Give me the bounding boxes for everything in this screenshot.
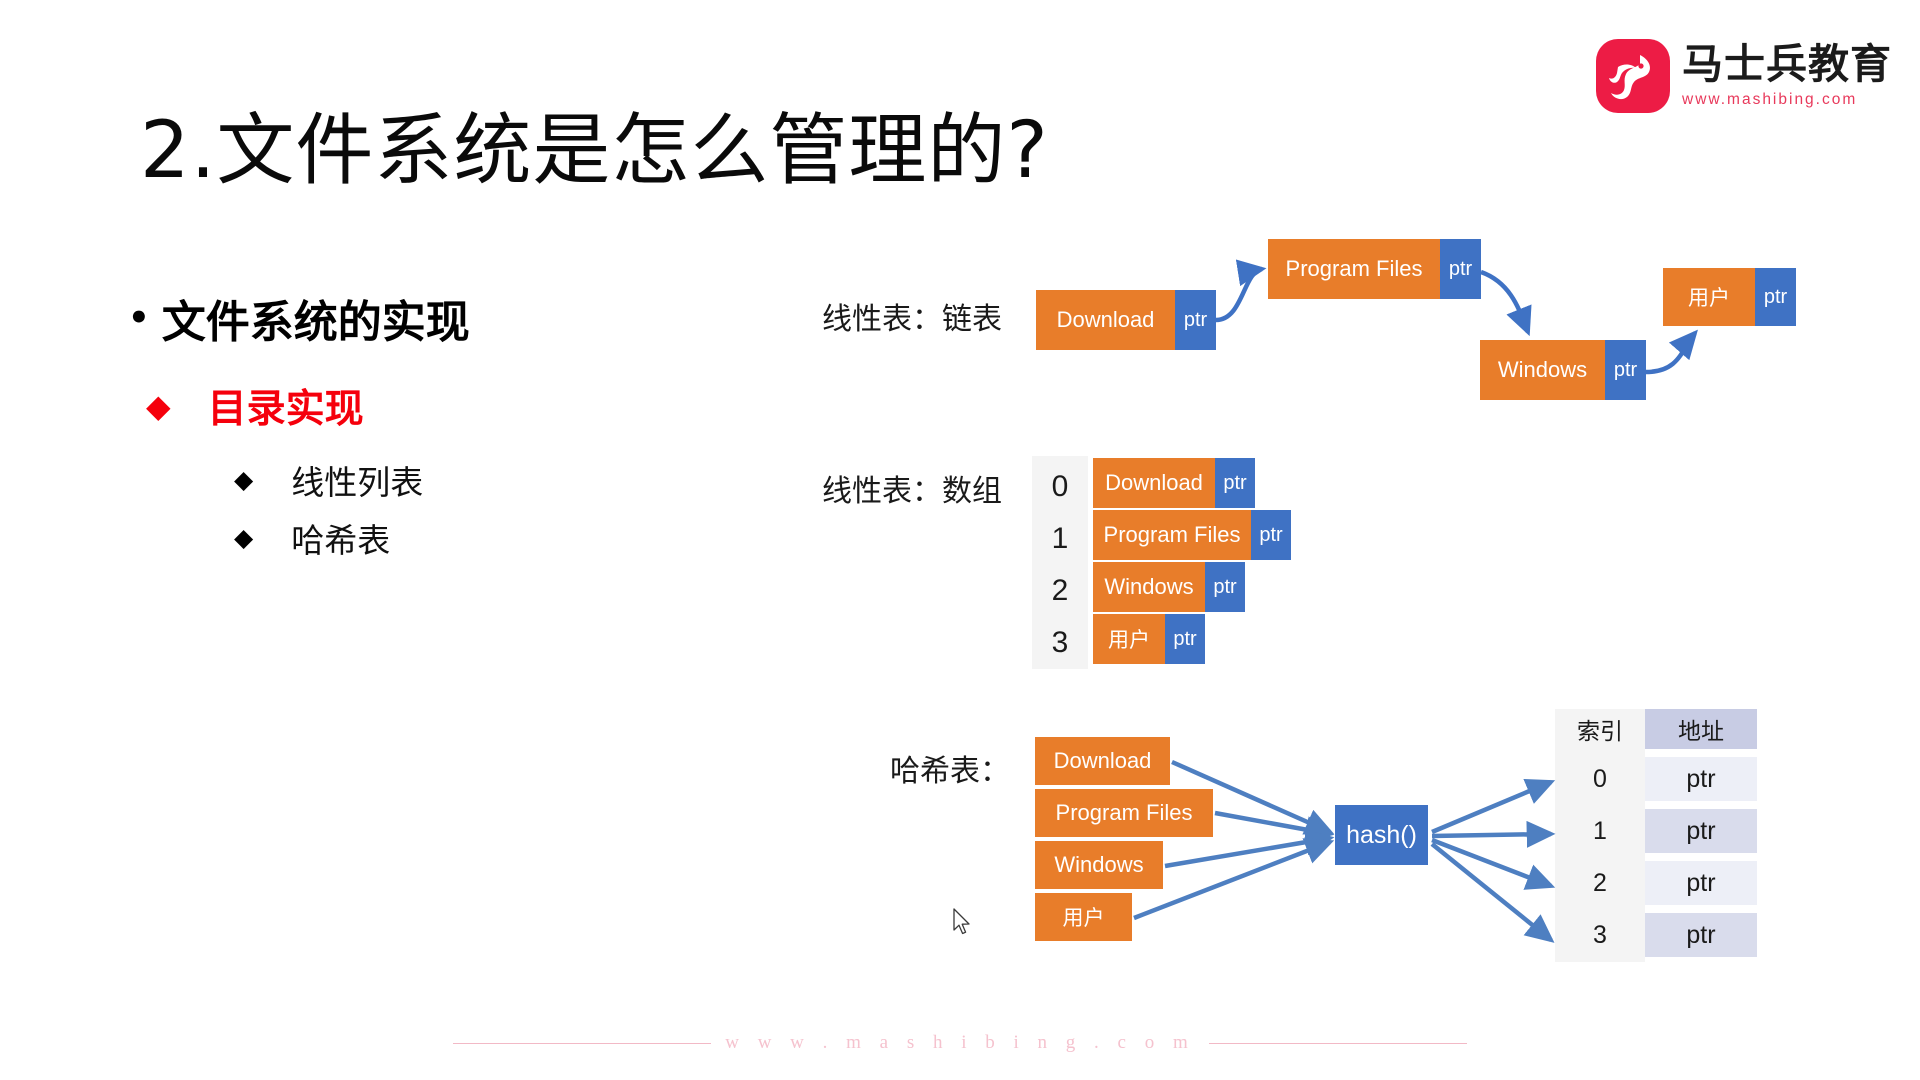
linked-list-node-0: Download ptr — [1036, 290, 1216, 350]
hash-in-arrow-2 — [1164, 828, 1335, 869]
row-ptr: ptr — [1215, 458, 1255, 508]
hash-header-address: 地址 — [1678, 719, 1724, 745]
logo-company-name: 马士兵教育 — [1682, 40, 1892, 89]
linked-list-node-3: 用户 ptr — [1663, 268, 1796, 326]
hash-row-address-2: ptr — [1686, 868, 1716, 897]
array-row-1: Program Files ptr — [1093, 510, 1291, 560]
array-row-2: Windows ptr — [1093, 562, 1245, 612]
node-ptr: ptr — [1175, 290, 1216, 350]
hash-out-arrow-3 — [1430, 842, 1555, 943]
row-name: Program Files — [1093, 510, 1251, 560]
hash-row-address-0: ptr — [1686, 764, 1716, 793]
node-ptr: ptr — [1755, 268, 1796, 326]
node-name: Download — [1036, 290, 1175, 350]
footer-rule-right — [1208, 1042, 1467, 1044]
outline-level3-item-0: ◆ 线性列表 — [234, 456, 470, 504]
link-arrow-1 — [1480, 269, 1532, 337]
hash-row-address-1: ptr — [1686, 816, 1716, 845]
row-ptr: ptr — [1205, 562, 1245, 612]
hash-row-index-2: 2 — [1593, 868, 1607, 897]
footer: w w w . m a s h i b i n g . c o m — [0, 1032, 1920, 1054]
hash-row-address-3: ptr — [1686, 920, 1716, 949]
outline-level3-item-1: ◆ 哈希表 — [234, 514, 470, 562]
footer-website: w w w . m a s h i b i n g . c o m — [725, 1032, 1195, 1053]
row-name: 用户 — [1093, 614, 1165, 664]
node-ptr: ptr — [1605, 340, 1646, 400]
hash-key-2: Windows — [1035, 841, 1163, 889]
outline-list: • 文件系统的实现 ◆ 目录实现 ◆ 线性列表 ◆ 哈希表 — [128, 286, 470, 562]
hash-out-arrow-2 — [1431, 837, 1556, 890]
diamond-bullet-icon-red: ◆ — [146, 388, 171, 424]
row-name: Download — [1093, 458, 1215, 508]
link-arrow-2 — [1645, 329, 1698, 375]
slide-canvas: 马士兵教育 www.mashibing.com 2.文件系统是怎么管理的? • … — [0, 0, 1920, 1080]
bullet-dot-icon: • — [128, 298, 150, 338]
hash-out-arrow-1 — [1431, 820, 1556, 848]
hash-header-index: 索引 — [1577, 719, 1623, 745]
diamond-bullet-icon: ◆ — [234, 523, 254, 552]
outline-level2-item: ◆ 目录实现 — [146, 378, 470, 434]
array-index-2: 2 — [1051, 574, 1069, 607]
outline-level3-label-0: 线性列表 — [291, 463, 424, 502]
node-name: 用户 — [1663, 268, 1755, 326]
footer-rule-left — [453, 1042, 712, 1044]
linked-list-node-2: Windows ptr — [1480, 340, 1646, 400]
node-name: Windows — [1480, 340, 1605, 400]
array-index-0: 0 — [1051, 470, 1069, 503]
diamond-bullet-icon: ◆ — [234, 465, 254, 494]
link-arrow-0 — [1215, 259, 1267, 323]
hash-table-label: 哈希表： — [890, 754, 1010, 789]
array-row-0: Download ptr — [1093, 458, 1255, 508]
mouse-cursor-icon — [953, 908, 970, 935]
row-name: Windows — [1093, 562, 1205, 612]
hash-row-index-1: 1 — [1593, 816, 1607, 845]
row-ptr: ptr — [1251, 510, 1291, 560]
linked-list-label: 线性表：链表 — [822, 302, 1002, 337]
hash-in-arrow-1 — [1214, 810, 1335, 843]
linked-list-node-1: Program Files ptr — [1268, 239, 1481, 299]
array-index-3: 3 — [1051, 626, 1069, 659]
node-ptr: ptr — [1440, 239, 1481, 299]
outline-level1-item: • 文件系统的实现 — [128, 286, 470, 350]
hash-key-1: Program Files — [1035, 789, 1213, 837]
array-list-label: 线性表：数组 — [822, 474, 1002, 509]
hash-in-arrow-3 — [1133, 838, 1335, 921]
outline-level2-label: 目录实现 — [207, 387, 364, 432]
outline-level3-label-1: 哈希表 — [291, 521, 391, 560]
node-name: Program Files — [1268, 239, 1440, 299]
hash-key-3: 用户 — [1035, 893, 1132, 941]
hash-row-index-3: 3 — [1593, 920, 1607, 949]
horse-logo-icon — [1596, 39, 1670, 113]
array-row-3: 用户 ptr — [1093, 614, 1205, 664]
row-ptr: ptr — [1165, 614, 1205, 664]
hash-key-0: Download — [1035, 737, 1170, 785]
logo-website: www.mashibing.com — [1682, 90, 1858, 108]
hash-row-index-0: 0 — [1593, 764, 1607, 793]
outline-level1-label: 文件系统的实现 — [161, 297, 470, 348]
page-title: 2.文件系统是怎么管理的? — [140, 106, 1049, 196]
logo-wordmark: 马士兵教育 www.mashibing.com — [1682, 43, 1892, 108]
brand-logo: 马士兵教育 www.mashibing.com — [1596, 30, 1896, 122]
array-index-1: 1 — [1051, 522, 1069, 555]
hash-out-arrow-0 — [1431, 778, 1556, 835]
hash-function-box: hash() — [1335, 805, 1428, 865]
